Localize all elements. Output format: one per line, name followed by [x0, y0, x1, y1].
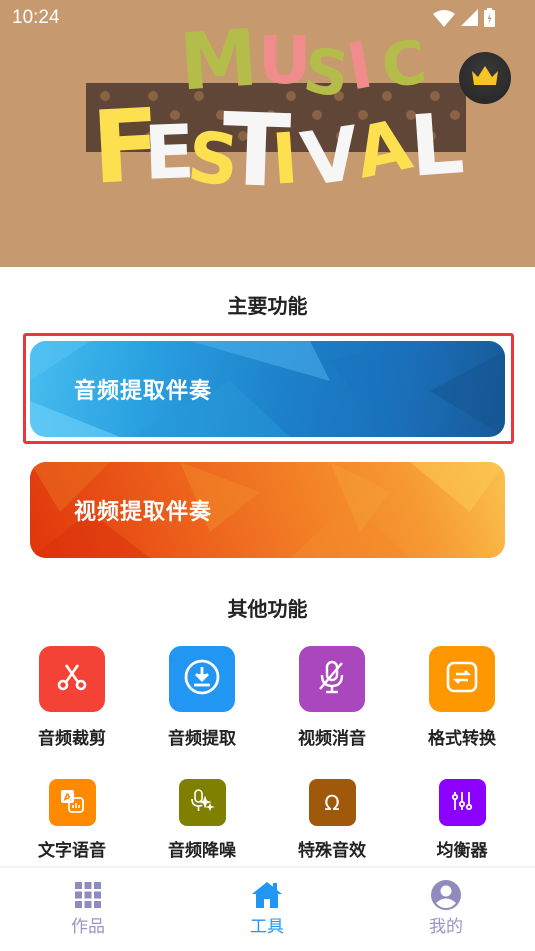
tool-icon-box: A — [48, 779, 96, 826]
tool-label: 格式转换 — [428, 729, 496, 749]
status-bar: 10:24 — [0, 0, 535, 36]
mic-off-icon — [316, 659, 348, 699]
tool-icon-box — [429, 646, 495, 712]
tool-label: 音频降噪 — [168, 841, 236, 861]
tool-label: 音频裁剪 — [38, 729, 106, 749]
tool-icon-box — [299, 646, 365, 712]
tool-audio-trim[interactable]: 音频裁剪 — [17, 646, 127, 749]
scissors-icon — [56, 661, 88, 697]
tool-format-convert[interactable]: 格式转换 — [407, 646, 517, 749]
nav-label: 工具 — [250, 917, 284, 937]
selection-highlight — [23, 333, 514, 444]
nav-item-tools[interactable]: 工具 — [217, 882, 317, 937]
bottom-nav: 作品 工具 我的 — [0, 866, 535, 951]
tool-label: 文字语音 — [38, 841, 106, 861]
mic-sparkle-icon — [189, 788, 215, 818]
battery-charging-icon — [484, 8, 495, 27]
main-section-title: 主要功能 — [227, 294, 308, 318]
nav-label: 我的 — [429, 917, 463, 937]
wifi-icon — [433, 9, 455, 27]
convert-icon — [445, 660, 479, 698]
nav-item-works[interactable]: 作品 — [38, 882, 138, 937]
home-icon — [252, 882, 282, 912]
grid-icon — [75, 882, 101, 912]
cellular-signal-icon — [461, 9, 478, 26]
card-label: 视频提取伴奏 — [74, 500, 213, 525]
status-time: 10:24 — [12, 7, 60, 28]
nav-item-me[interactable]: 我的 — [396, 880, 496, 937]
tool-label: 视频消音 — [298, 729, 366, 749]
tool-equalizer[interactable]: 均衡器 — [407, 779, 517, 861]
account-icon — [431, 880, 461, 914]
tool-text-to-speech[interactable]: A 文字语音 — [17, 779, 127, 861]
tool-label: 音频提取 — [168, 729, 236, 749]
tool-icon-box — [169, 646, 235, 712]
download-circle-icon — [183, 658, 221, 700]
tool-icon-box — [438, 779, 486, 826]
tool-video-mute[interactable]: 视频消音 — [277, 646, 387, 749]
equalizer-icon — [450, 789, 474, 817]
video-extract-accompaniment-card[interactable]: 视频提取伴奏 — [30, 462, 505, 558]
tool-label: 均衡器 — [436, 841, 488, 861]
tool-icon-box — [178, 779, 226, 826]
crown-icon — [470, 65, 500, 91]
nav-label: 作品 — [71, 917, 105, 937]
tool-audio-extract[interactable]: 音频提取 — [147, 646, 257, 749]
text-to-speech-icon: A — [59, 788, 85, 818]
tool-icon-box — [39, 646, 105, 712]
omega-icon: Ω — [324, 790, 340, 815]
tool-special-effects[interactable]: Ω 特殊音效 — [277, 779, 387, 861]
other-section-title: 其他功能 — [227, 597, 308, 621]
tool-icon-box: Ω — [308, 779, 356, 826]
tool-label: 特殊音效 — [298, 841, 366, 861]
tool-audio-denoise[interactable]: 音频降噪 — [147, 779, 257, 861]
banner: M U S I C F E S T I V A L 10:24 — [0, 0, 535, 267]
vip-button[interactable] — [459, 52, 511, 104]
